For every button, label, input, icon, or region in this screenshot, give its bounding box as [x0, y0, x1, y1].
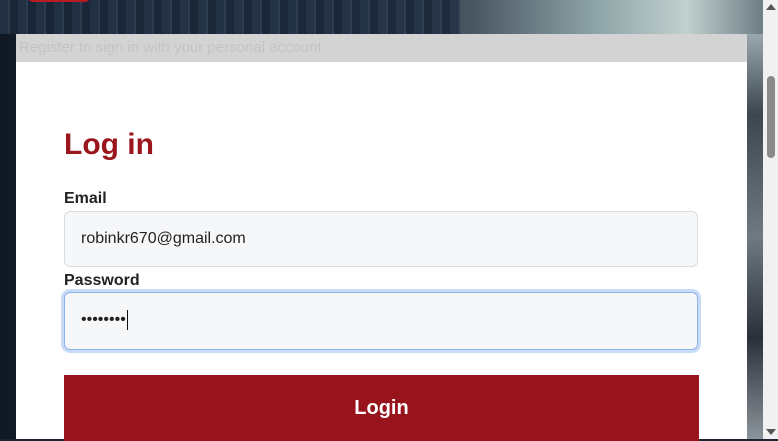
- email-label: Email: [64, 190, 107, 207]
- login-button[interactable]: Login: [64, 375, 699, 441]
- register-banner-text: Register to sign in with your personal a…: [19, 39, 322, 56]
- login-card: Log in Email robinkr670@gmail.com Passwo…: [16, 62, 747, 441]
- scroll-up-icon[interactable]: [766, 4, 776, 10]
- email-value: robinkr670@gmail.com: [81, 230, 246, 247]
- password-value: ••••••••: [81, 311, 126, 328]
- scroll-down-icon[interactable]: [766, 429, 776, 435]
- password-label: Password: [64, 272, 140, 289]
- page-scrollbar[interactable]: [763, 0, 778, 439]
- register-banner: Register to sign in with your personal a…: [16, 34, 747, 62]
- header-red-button[interactable]: [26, 0, 92, 2]
- password-field[interactable]: ••••••••: [64, 292, 698, 350]
- scrollbar-thumb[interactable]: [767, 76, 775, 158]
- email-field[interactable]: robinkr670@gmail.com: [64, 211, 698, 267]
- text-caret: [126, 309, 128, 330]
- page-title: Log in: [64, 128, 154, 161]
- background-building: [0, 0, 460, 34]
- background-edge: [745, 34, 763, 439]
